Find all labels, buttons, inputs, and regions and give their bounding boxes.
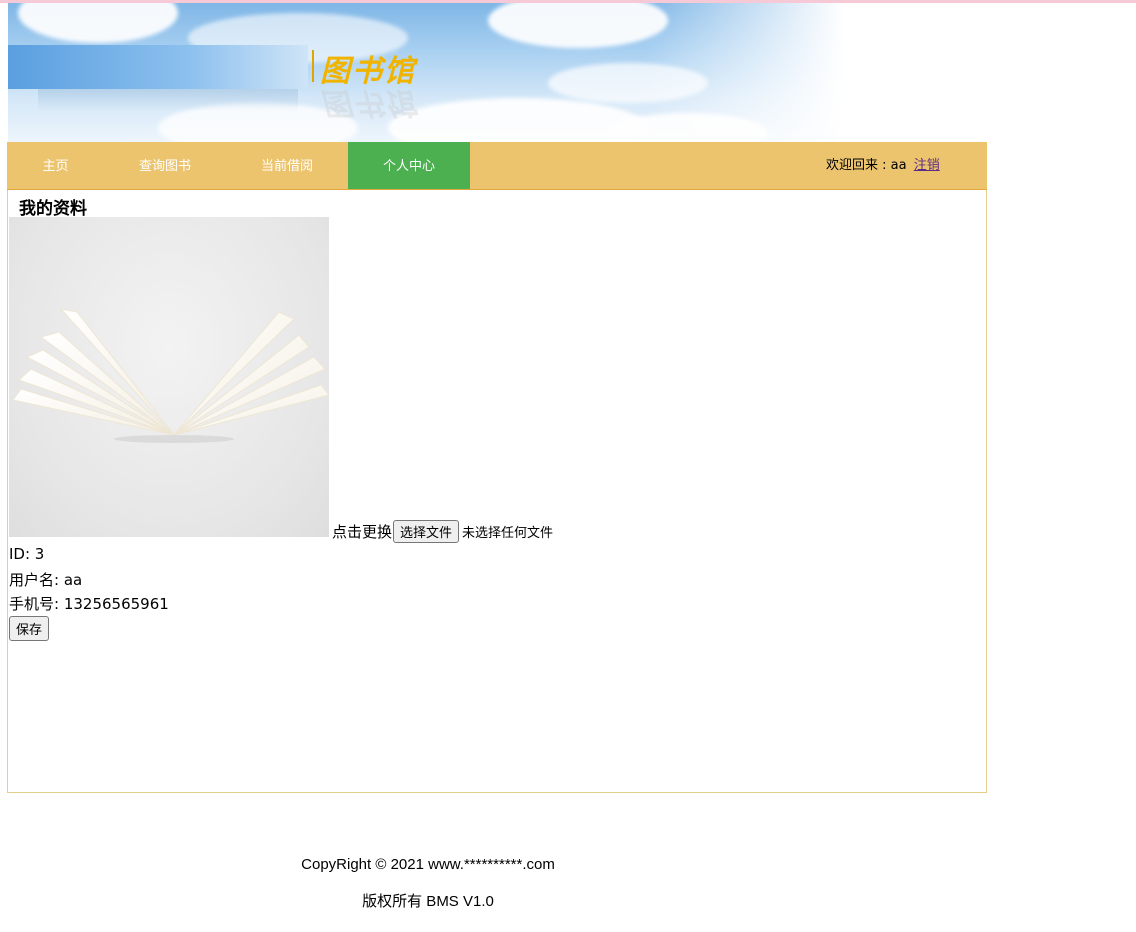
nav-item-search-books[interactable]: 查询图书 [104,142,226,189]
site-logo-reflection: 图书馆 [320,85,416,120]
nav-item-home[interactable]: 主页 [7,142,104,189]
username: 用户名: aa [9,571,83,589]
footer-copyright: CopyRight © 2021 www.**********.com [301,856,555,873]
phone-number: 手机号: 13256565961 [9,595,169,613]
avatar-change-row: 点击更换 选择文件 未选择任何文件 [332,520,553,543]
welcome-area: 欢迎回来 : aa 注销 [826,154,940,173]
change-avatar-label: 点击更换 [332,523,393,541]
logout-link[interactable]: 注销 [914,158,940,173]
page-title: 我的资料 [19,199,87,219]
nav-item-current-borrowing[interactable]: 当前借阅 [226,142,348,189]
footer-rights: 版权所有 BMS V1.0 [362,893,494,910]
choose-file-button[interactable]: 选择文件 [393,520,460,543]
logo-divider [312,50,314,82]
welcome-text: 欢迎回来 : aa [826,158,907,173]
main-nav: 主页 查询图书 当前借阅 个人中心 欢迎回来 : aa 注销 [7,142,987,190]
user-id: ID: 3 [9,545,45,563]
profile-panel: 我的资料 点击更换 选择文件 未选择任何文件 ID: 3 用户名: aa 手机号… [7,190,987,793]
open-book-image [12,307,329,443]
logo-strip-reflection [38,89,298,111]
file-status-text: 未选择任何文件 [462,526,554,541]
avatar[interactable] [9,217,329,537]
save-button[interactable]: 保存 [9,616,50,641]
nav-item-personal-center[interactable]: 个人中心 [348,142,470,189]
logo-strip [8,45,308,89]
